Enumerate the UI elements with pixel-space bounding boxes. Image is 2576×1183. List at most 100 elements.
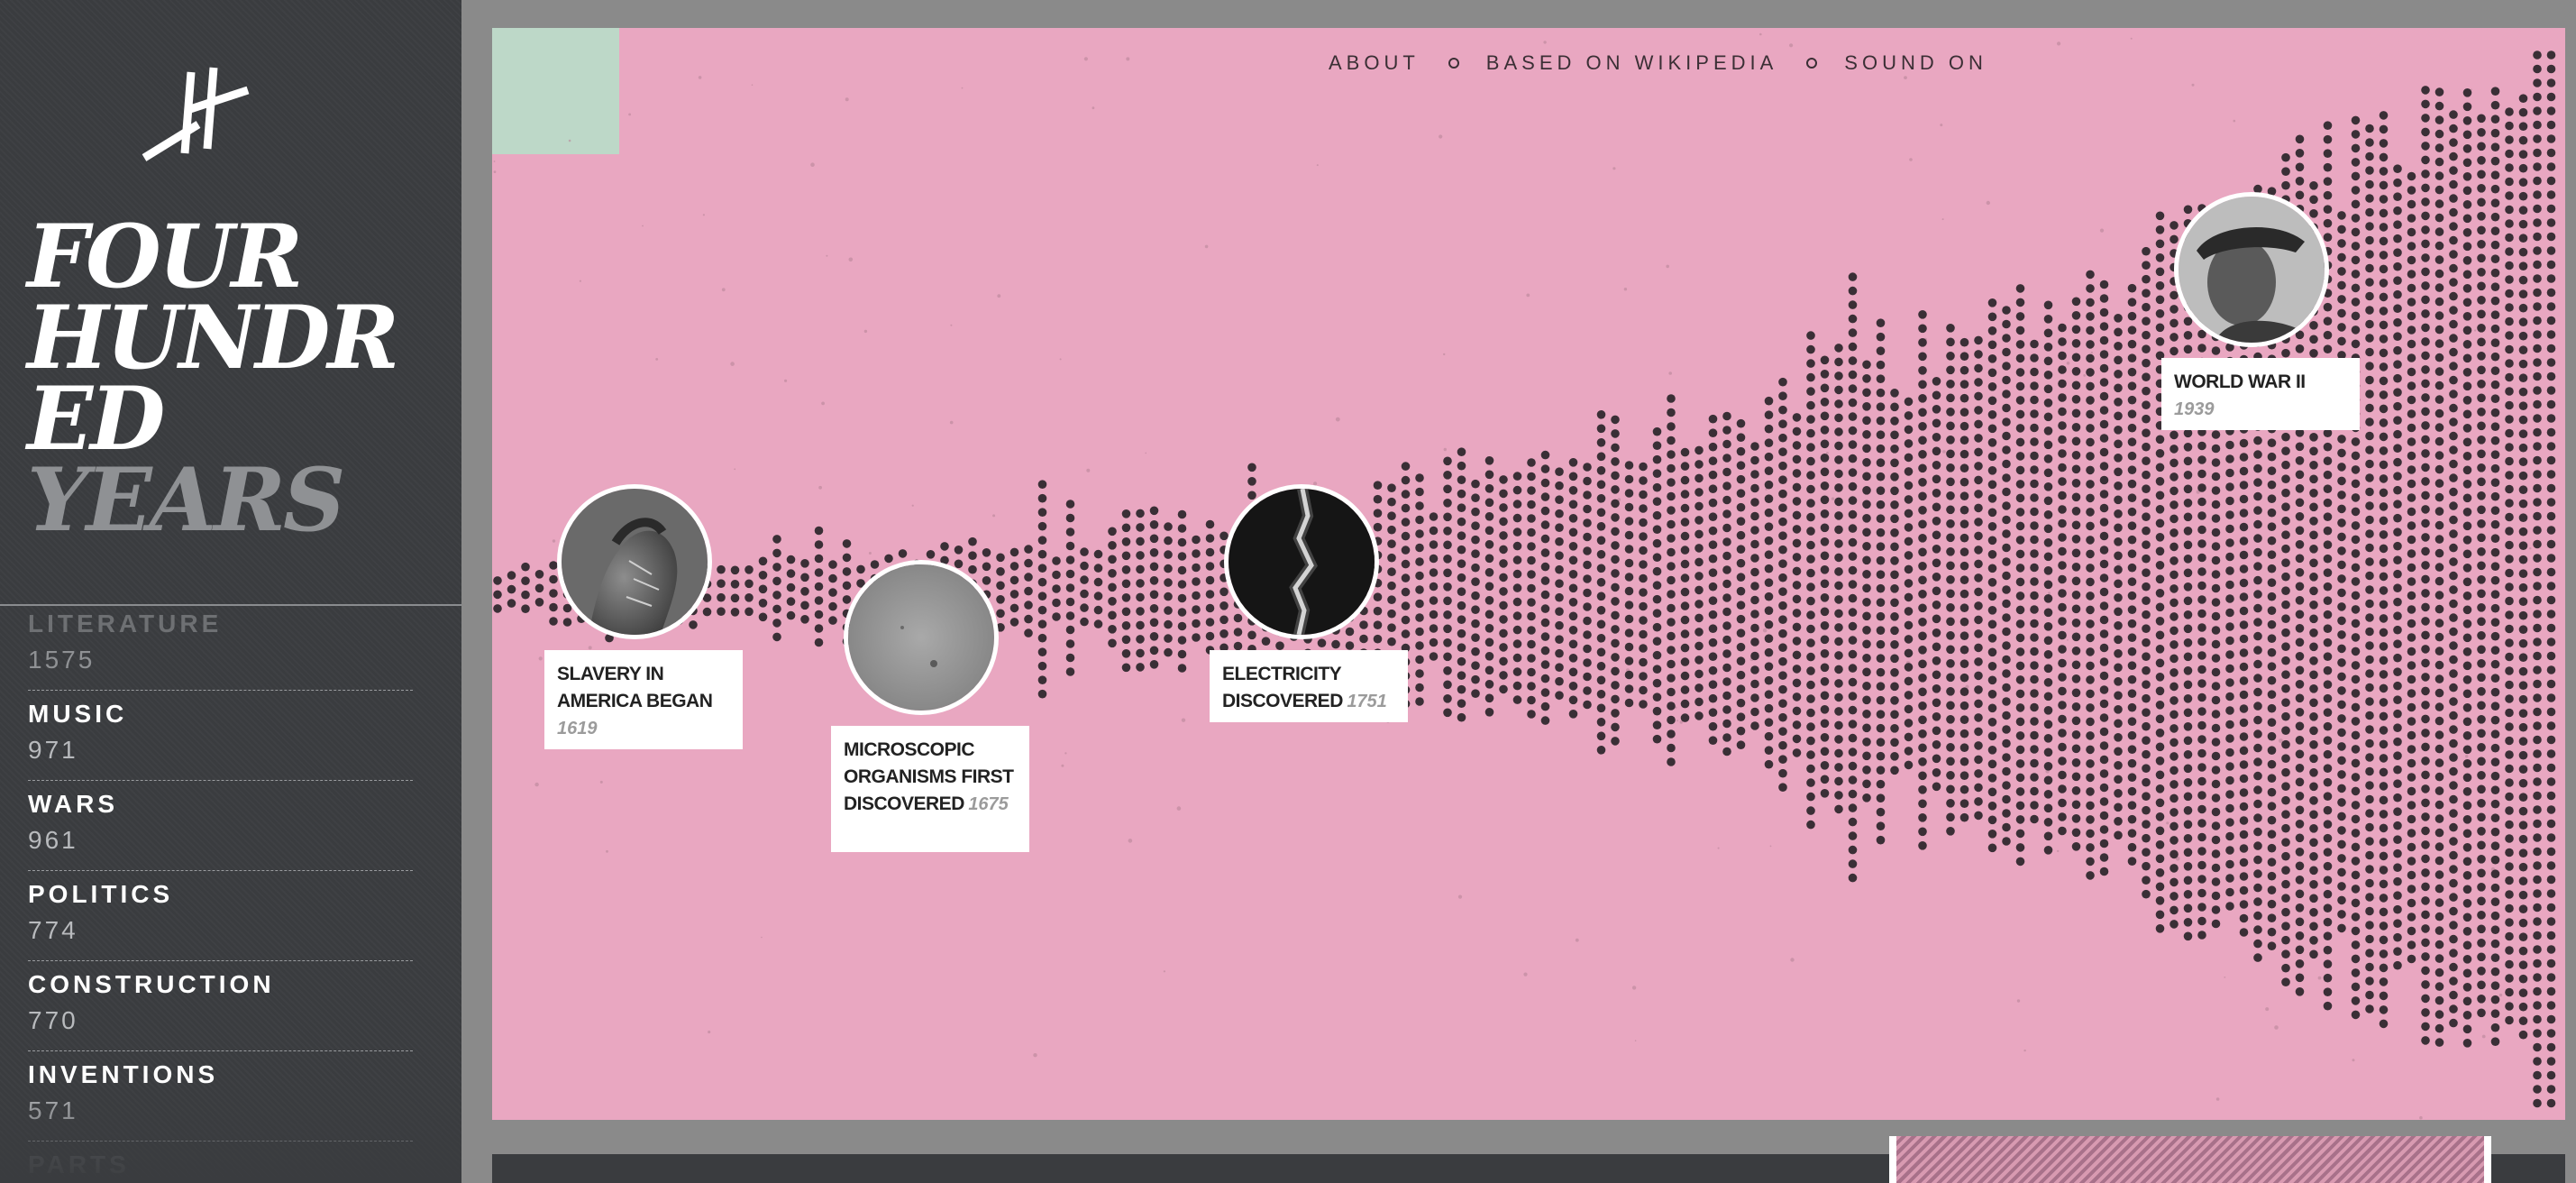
event-dot xyxy=(2197,511,2206,520)
category-item-music[interactable]: MUSIC 971 xyxy=(0,696,461,786)
event-dot xyxy=(2393,737,2402,747)
event-dot xyxy=(1708,512,1718,521)
event-dot xyxy=(2477,197,2486,207)
event-dot xyxy=(814,637,824,647)
event-dot xyxy=(1736,418,1746,428)
event-dot xyxy=(2239,453,2249,462)
category-item-politics[interactable]: POLITICS 774 xyxy=(0,876,461,967)
event-dot xyxy=(2127,801,2137,810)
category-item-inventions[interactable]: INVENTIONS 571 xyxy=(0,1057,461,1147)
event-dot xyxy=(1974,518,1983,527)
event-dot xyxy=(2490,827,2500,837)
category-item-wars[interactable]: WARS 961 xyxy=(0,786,461,876)
event-dot xyxy=(2337,812,2346,821)
event-dot xyxy=(1443,624,1452,634)
event-dot xyxy=(1443,694,1452,703)
event-dot xyxy=(2505,205,2514,215)
event-card-slavery[interactable]: SLAVERY IN AMERICA BEGAN 1619 xyxy=(544,650,743,749)
event-dot xyxy=(2546,805,2556,814)
paper-grain-speck xyxy=(1676,720,1679,722)
event-dot xyxy=(2323,637,2333,647)
event-dot xyxy=(1583,644,1592,654)
event-dot xyxy=(2477,225,2486,235)
event-dot xyxy=(2015,353,2025,363)
event-dot xyxy=(2421,155,2430,165)
event-dot xyxy=(2086,353,2095,363)
event-dot xyxy=(2071,744,2081,754)
event-dot xyxy=(1680,615,1690,625)
event-dot xyxy=(2183,638,2193,647)
timeline-range-handle[interactable] xyxy=(1889,1136,2491,1183)
event-dot xyxy=(2142,833,2151,843)
four-hundred-years-logo-icon[interactable] xyxy=(135,54,261,171)
category-item-parts[interactable]: PARTS xyxy=(0,1147,461,1183)
event-dot xyxy=(2421,742,2430,752)
event-dot xyxy=(2030,689,2039,698)
event-dot xyxy=(1974,462,1983,471)
event-dot xyxy=(1848,300,1858,309)
event-dot xyxy=(2533,833,2542,842)
event-dot xyxy=(1764,438,1774,448)
event-dot xyxy=(2546,903,2556,912)
event-dot xyxy=(2449,403,2458,413)
event-dot xyxy=(2462,815,2472,824)
event-dot xyxy=(2490,729,2500,738)
event-dot xyxy=(1806,820,1815,830)
event-dot xyxy=(2183,610,2193,619)
event-dot xyxy=(2099,322,2109,331)
event-dot xyxy=(2518,694,2528,704)
based-on-wikipedia-link[interactable]: BASED ON WIKIPEDIA xyxy=(1486,51,1778,75)
event-dot xyxy=(1750,442,1759,451)
event-dot xyxy=(1512,681,1522,691)
microscope-photo[interactable] xyxy=(844,560,999,715)
about-link[interactable]: ABOUT xyxy=(1329,51,1420,75)
event-dot xyxy=(2434,395,2444,404)
event-dot xyxy=(1806,568,1815,578)
event-dot xyxy=(1848,845,1858,855)
event-dot xyxy=(1596,424,1606,434)
event-dot xyxy=(1527,472,1536,481)
sound-toggle[interactable]: SOUND ON xyxy=(1844,51,1987,75)
event-dot xyxy=(2546,498,2556,507)
event-dot xyxy=(2058,617,2067,626)
slavery-photo[interactable] xyxy=(557,484,712,639)
event-dot xyxy=(2197,679,2206,688)
category-item-literature[interactable]: LITERATURE 1575 xyxy=(0,606,461,696)
event-dot xyxy=(2533,414,2542,423)
event-dot xyxy=(2267,494,2277,503)
event-card-microscopic-organisms[interactable]: MICROSCOPIC ORGANISMS FIRST DISCOVERED 1… xyxy=(831,726,1029,852)
dot-column xyxy=(800,559,809,624)
event-dot xyxy=(2351,745,2361,754)
event-dot xyxy=(2099,755,2109,765)
event-dot xyxy=(2002,655,2011,665)
event-dot xyxy=(2015,340,2025,349)
event-dot xyxy=(2043,384,2053,394)
event-dot xyxy=(1136,579,1145,588)
lightning-photo[interactable] xyxy=(1224,484,1379,639)
event-dot xyxy=(1876,766,1886,775)
event-dot xyxy=(2477,296,2486,305)
portrait-photo[interactable] xyxy=(2174,192,2329,347)
event-dot xyxy=(1080,589,1089,599)
event-dot xyxy=(1177,580,1187,589)
paper-grain-speck xyxy=(1631,986,1637,990)
event-dot xyxy=(1484,540,1494,549)
event-dot xyxy=(2030,577,2039,586)
event-dot xyxy=(1778,489,1787,499)
timeline-scrubber[interactable] xyxy=(492,1136,2565,1183)
event-card-electricity[interactable]: ELECTRICITY DISCOVERED 1751 xyxy=(1210,650,1408,722)
event-dot xyxy=(2043,580,2053,590)
event-dot xyxy=(1834,665,1843,674)
event-dot xyxy=(2071,464,2081,474)
category-item-construction[interactable]: CONSTRUCTION 770 xyxy=(0,967,461,1057)
event-dot xyxy=(2421,323,2430,333)
event-dot xyxy=(2379,362,2389,371)
event-dot xyxy=(1918,338,1927,347)
event-dot xyxy=(800,587,809,596)
event-dot xyxy=(2127,829,2137,838)
event-dot xyxy=(2505,372,2514,382)
event-dot xyxy=(2365,850,2374,860)
event-dot xyxy=(2546,1057,2556,1066)
dot-column xyxy=(1639,462,1648,709)
event-card-world-war-ii[interactable]: WORLD WAR II 1939 xyxy=(2161,358,2360,430)
